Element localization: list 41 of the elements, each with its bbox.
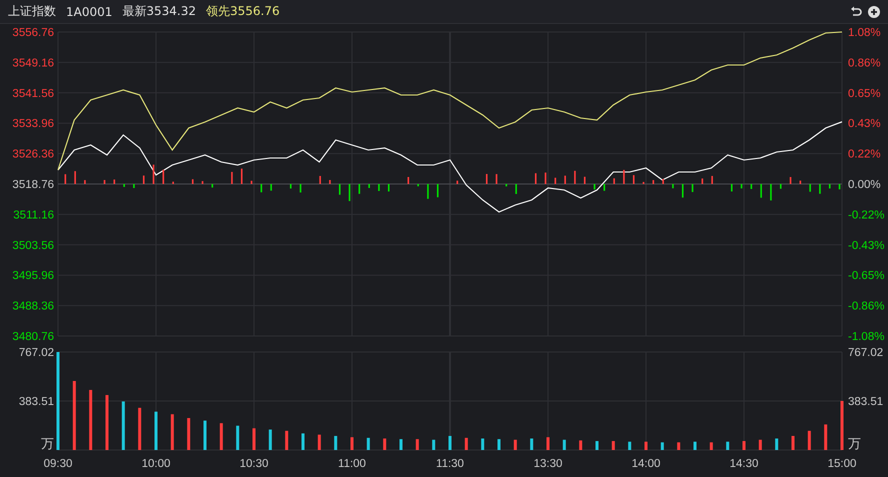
axis-label: 3518.76 [12, 179, 54, 191]
percent-label: 1.08% [848, 27, 881, 39]
axis-label: 767.02 [18, 347, 54, 359]
time-label: 09:30 [44, 458, 72, 470]
axis-label: 383.51 [18, 396, 54, 408]
time-label: 13:30 [534, 458, 562, 470]
axis-label: 3488.36 [12, 300, 54, 313]
axis-label: 767.02 [848, 347, 884, 359]
index-code: 1A0001 [66, 4, 112, 18]
lead-index: 领先3556.76 [206, 3, 280, 20]
time-label: 10:30 [240, 458, 268, 470]
axis-label: 3480.76 [12, 331, 54, 343]
percent-label: -0.65% [848, 270, 884, 282]
percent-label: 0.22% [848, 148, 881, 161]
axis-label: 万 [41, 436, 54, 451]
index-name: 上证指数 [8, 3, 56, 20]
percent-label: -0.43% [848, 240, 884, 252]
axis-label: 383.51 [848, 396, 884, 408]
percent-label: -0.22% [848, 209, 884, 222]
percent-label: 0.65% [848, 88, 881, 100]
percent-label: 0.86% [848, 57, 881, 70]
time-label: 14:30 [730, 458, 758, 470]
percent-label: 0.00% [848, 179, 881, 191]
axis-label: 3556.76 [12, 27, 54, 39]
time-label: 15:00 [828, 458, 856, 470]
axis-label: 3511.16 [13, 209, 54, 222]
percent-label: -0.86% [848, 300, 884, 313]
percent-label: 0.43% [848, 118, 881, 130]
time-label: 10:00 [142, 458, 170, 470]
axis-label: 3533.96 [12, 118, 54, 130]
latest-price: 最新3534.32 [122, 3, 196, 20]
axis-label: 万 [848, 436, 861, 451]
axis-label: 3541.56 [12, 88, 54, 100]
axis-label: 3503.56 [12, 240, 54, 252]
axis-label: 3495.96 [12, 270, 54, 282]
percent-label: -1.08% [848, 331, 884, 343]
axis-label: 3549.16 [12, 57, 54, 70]
time-label: 14:00 [632, 458, 660, 470]
time-label: 11:30 [436, 458, 464, 470]
axis-label: 3526.36 [12, 148, 54, 161]
time-label: 11:00 [338, 458, 366, 470]
